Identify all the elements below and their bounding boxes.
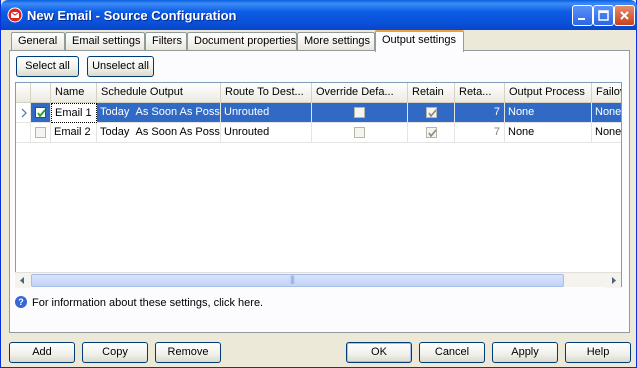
schedule-output-cell[interactable]: Today As Soon As Possible [97,123,221,143]
header-output-process[interactable]: Output Process [505,83,592,103]
failover-cell[interactable]: None [592,123,621,143]
tab-filters[interactable]: Filters [145,32,187,51]
failover-cell[interactable]: None [592,103,621,123]
schedule-day: Today [100,106,130,118]
ok-button[interactable]: OK [346,342,412,363]
table-row[interactable]: Email 2 Today As Soon As Possible Unrout… [16,123,621,143]
header-override-defaults[interactable]: Override Defa... [312,83,408,103]
maximize-icon [598,10,609,21]
override-checkbox[interactable] [354,127,365,138]
checkmark-icon [428,129,437,138]
tab-output-settings[interactable]: Output settings [375,30,464,52]
retain-days-cell[interactable]: 7 [455,123,505,143]
current-row-arrow-icon [21,108,27,118]
retain-checkbox[interactable] [426,107,437,118]
tab-general[interactable]: General [11,32,65,51]
row-select-cell[interactable] [31,123,51,143]
scroll-thumb[interactable]: ||| [31,274,564,287]
scroll-left-button[interactable] [15,273,30,288]
help-icon: ? [15,296,27,308]
minimize-button[interactable] [572,5,593,26]
schedule-time: As Soon As Possible [135,106,220,118]
retain-checkbox[interactable] [426,127,437,138]
row-select-checkbox[interactable] [35,127,46,138]
override-cell[interactable] [312,103,408,123]
header-route-to-dest[interactable]: Route To Dest... [221,83,312,103]
override-cell[interactable] [312,123,408,143]
table-row[interactable]: Email 1 Today As Soon As Possible Unrout… [16,103,621,123]
override-checkbox[interactable] [354,107,365,118]
close-icon [620,11,629,20]
route-cell[interactable]: Unrouted [221,103,312,123]
row-select-cell[interactable] [31,103,51,123]
scroll-grip: ||| [290,274,295,284]
schedule-time: As Soon As Possible [135,126,220,138]
header-failover[interactable]: Failove [592,83,621,103]
header-name[interactable]: Name [51,83,97,103]
remove-button[interactable]: Remove [155,342,221,363]
cancel-button[interactable]: Cancel [419,342,485,363]
row-indicator [16,123,31,143]
title-bar[interactable]: New Email - Source Configuration [1,0,637,30]
route-cell[interactable]: Unrouted [221,123,312,143]
info-text[interactable]: For information about these settings, cl… [32,296,263,310]
window-title: New Email - Source Configuration [27,8,237,23]
close-button[interactable] [614,5,635,26]
header-schedule-output[interactable]: Schedule Output [97,83,221,103]
unselect-all-button[interactable]: Unselect all [87,56,154,77]
schedule-output-cell[interactable]: Today As Soon As Possible [97,103,221,123]
maximize-button[interactable] [593,5,614,26]
minimize-icon [578,18,585,20]
tab-document-properties[interactable]: Document properties [187,32,297,51]
tab-more-settings[interactable]: More settings [297,32,375,51]
header-indicator [16,83,31,103]
scroll-left-icon [20,277,24,284]
retain-days-cell[interactable]: 7 [455,103,505,123]
row-indicator [16,103,31,123]
header-retain-days[interactable]: Reta... [455,83,505,103]
retain-cell[interactable] [408,123,455,143]
retain-cell[interactable] [408,103,455,123]
name-cell[interactable]: Email 2 [51,123,97,143]
header-checkbox[interactable] [31,83,51,103]
add-button[interactable]: Add [9,342,75,363]
output-grid: Name Schedule Output Route To Dest... Ov… [15,82,622,287]
help-button[interactable]: Help [565,342,631,363]
header-retain[interactable]: Retain [408,83,455,103]
email-source-icon [7,7,23,23]
scroll-right-button[interactable] [606,273,621,288]
output-process-cell[interactable]: None [505,103,592,123]
tab-bar: General Email settings Filters Document … [9,30,629,52]
checkmark-icon [37,109,46,118]
row-select-checkbox[interactable] [35,107,46,118]
schedule-day: Today [100,126,130,138]
scroll-right-icon [612,277,616,284]
tab-email-settings[interactable]: Email settings [65,32,145,51]
name-cell[interactable]: Email 1 [51,103,97,123]
select-all-button[interactable]: Select all [16,56,79,77]
horizontal-scrollbar[interactable]: ||| [15,272,621,288]
output-process-cell[interactable]: None [505,123,592,143]
dialog-window: New Email - Source Configuration General… [0,0,637,368]
copy-button[interactable]: Copy [82,342,148,363]
checkmark-icon [428,109,437,118]
apply-button[interactable]: Apply [492,342,558,363]
